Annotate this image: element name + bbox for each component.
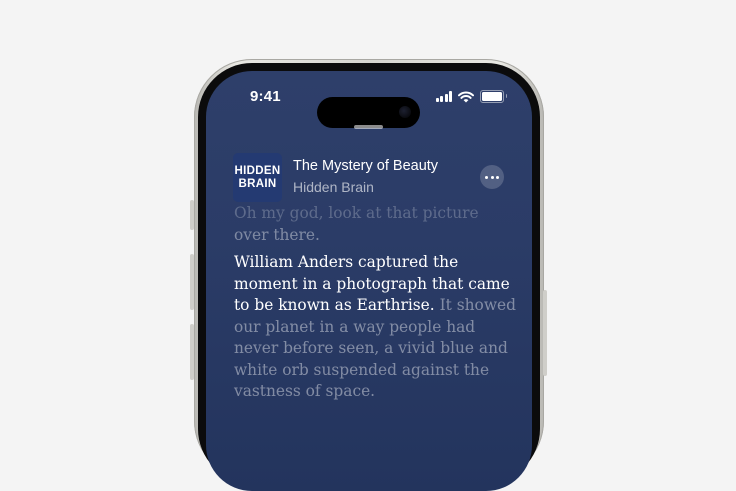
volume-up-button <box>190 254 194 310</box>
artwork-text-line-1: HIDDEN <box>234 164 281 177</box>
front-camera-icon <box>399 106 411 118</box>
sheet-grabber[interactable] <box>354 125 383 129</box>
transcript[interactable]: Oh my god, look at that picture over the… <box>234 203 524 403</box>
action-button <box>190 200 194 230</box>
transcript-current-paragraph[interactable]: William Anders captured the moment in a … <box>234 252 524 403</box>
podcast-artwork[interactable]: HIDDEN BRAIN <box>233 153 282 202</box>
cellular-signal-icon <box>435 91 452 102</box>
status-bar: 9:41 <box>206 87 532 128</box>
transcript-previous-line-1[interactable]: Oh my god, look at that picture <box>234 203 524 225</box>
battery-level <box>482 92 502 101</box>
ellipsis-icon <box>485 175 488 179</box>
phone-screen: 9:41 HIDDEN BRAIN The Mystery of Beauty … <box>206 71 532 491</box>
dynamic-island <box>317 97 420 128</box>
episode-title[interactable]: The Mystery of Beauty <box>293 158 438 174</box>
artwork-text-line-2: BRAIN <box>238 177 277 190</box>
status-time: 9:41 <box>250 88 281 105</box>
more-options-button[interactable] <box>480 165 504 189</box>
status-icons <box>435 90 507 103</box>
show-name[interactable]: Hidden Brain <box>293 179 374 195</box>
power-button <box>543 290 547 376</box>
volume-down-button <box>190 324 194 380</box>
transcript-previous-line-2[interactable]: over there. <box>234 225 524 247</box>
wifi-icon <box>458 90 474 102</box>
battery-icon <box>480 90 507 103</box>
